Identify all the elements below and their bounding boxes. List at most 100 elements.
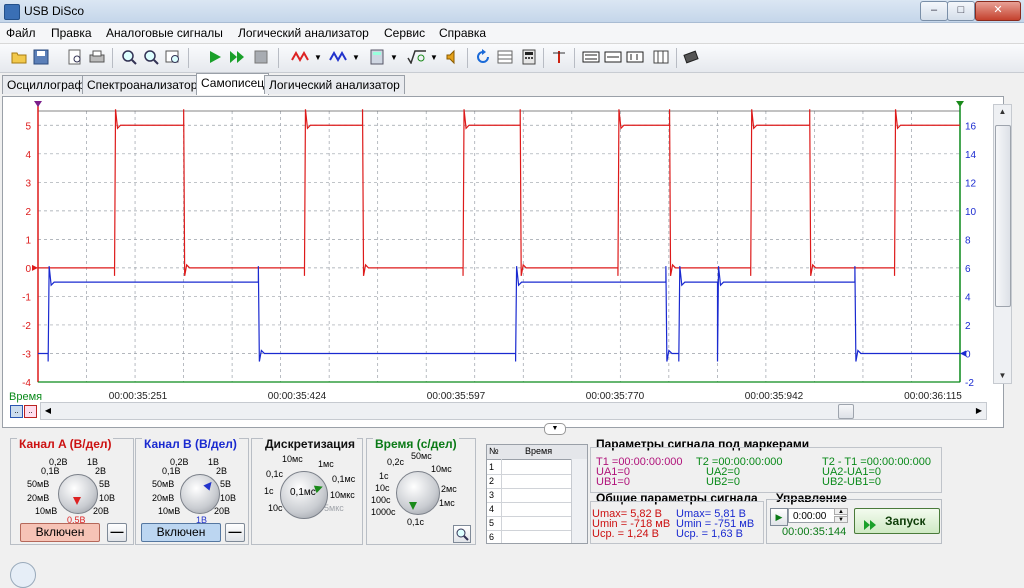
channel-b-scale-knob[interactable] bbox=[180, 474, 220, 514]
open-icon[interactable] bbox=[10, 48, 28, 66]
time-div-knob[interactable] bbox=[396, 471, 440, 515]
menu-analog-signals[interactable]: Аналоговые сигналы bbox=[106, 26, 223, 40]
chip-icon[interactable] bbox=[682, 48, 700, 66]
channel-a-title: Канал A (В/дел) bbox=[17, 437, 114, 451]
left-tick-label: 1 bbox=[25, 235, 31, 246]
math-sqrt-icon[interactable] bbox=[406, 48, 428, 66]
horizontal-scroll-thumb[interactable] bbox=[838, 404, 854, 419]
timer-spin-down-icon[interactable]: ▼ bbox=[834, 516, 848, 523]
right-tick-label: -2 bbox=[965, 378, 974, 389]
scale-label: 1мс bbox=[318, 459, 334, 469]
print-icon[interactable] bbox=[88, 48, 106, 66]
table-icon[interactable] bbox=[496, 48, 514, 66]
math-dropdown-icon[interactable]: ▼ bbox=[429, 48, 439, 66]
toolbar-separator bbox=[278, 48, 279, 68]
toolbar-separator bbox=[188, 48, 189, 68]
zoom-fit-icon[interactable] bbox=[164, 48, 182, 66]
table-row[interactable]: 2 bbox=[489, 476, 494, 486]
channel-b-wave-icon[interactable] bbox=[328, 48, 350, 66]
zoom-time-out-button[interactable]: .. bbox=[24, 405, 37, 418]
start-button[interactable]: Запуск bbox=[854, 508, 940, 534]
right-tick-label: 16 bbox=[965, 121, 977, 132]
channel-a-wave-icon[interactable] bbox=[290, 48, 312, 66]
knob-pointer bbox=[73, 497, 81, 505]
status-globe-icon bbox=[10, 562, 36, 588]
table-row[interactable]: 1 bbox=[489, 462, 494, 472]
channel-a-dropdown-icon[interactable]: ▼ bbox=[313, 48, 323, 66]
left-tick-label: 5 bbox=[25, 121, 31, 132]
scroll-up-icon[interactable]: ▲ bbox=[994, 105, 1011, 119]
zoom-in-icon[interactable] bbox=[120, 48, 138, 66]
toolbar-separator bbox=[543, 48, 544, 68]
scale-label: 0,1В bbox=[162, 466, 181, 476]
channel-b-zero-marker bbox=[960, 350, 966, 357]
window-title: USB DiSco bbox=[24, 4, 85, 18]
play-step-icon[interactable] bbox=[228, 48, 246, 66]
knob-pointer bbox=[203, 479, 215, 491]
menu-help[interactable]: Справка bbox=[439, 26, 486, 40]
vertical-scroll-thumb[interactable] bbox=[995, 125, 1011, 307]
autoscale-search-icon[interactable] bbox=[453, 525, 471, 543]
calculator-icon[interactable] bbox=[368, 48, 386, 66]
horizontal-scrollbar[interactable]: ◀ ▶ bbox=[40, 402, 987, 420]
zoom-out-icon[interactable] bbox=[142, 48, 160, 66]
calc2-icon[interactable] bbox=[520, 48, 538, 66]
timer-play-icon[interactable]: ▶ bbox=[770, 508, 788, 526]
time-tick-label: 00:00:35:770 bbox=[586, 391, 645, 402]
right-tick-label: 2 bbox=[965, 321, 971, 332]
refresh-icon[interactable] bbox=[474, 48, 492, 66]
table-row[interactable]: 6 bbox=[489, 532, 494, 542]
collapse-panel-button[interactable]: ▼ bbox=[544, 423, 566, 435]
series-line-channel-b bbox=[38, 266, 960, 362]
marker-table-scrollbar[interactable] bbox=[571, 459, 587, 543]
uart-icon[interactable] bbox=[626, 48, 644, 66]
recorder-plot[interactable]: 543210-1-2-3-41614121086420-200:00:35:25… bbox=[0, 96, 1000, 426]
timer-spin-up-icon[interactable]: ▲ bbox=[834, 508, 848, 515]
channel-b-dropdown-icon[interactable]: ▼ bbox=[351, 48, 361, 66]
knob-pointer bbox=[409, 502, 417, 510]
marker-table[interactable]: № Время 1 2 3 4 5 6 bbox=[486, 444, 588, 544]
stop-icon[interactable] bbox=[252, 48, 270, 66]
tab-recorder[interactable]: Самописец bbox=[196, 73, 270, 95]
marker-dub: UB2-UB1=0 bbox=[822, 476, 882, 488]
scroll-right-icon[interactable]: ▶ bbox=[972, 403, 986, 419]
channel-a-scale-knob[interactable] bbox=[58, 474, 98, 514]
maximize-button[interactable]: □ bbox=[947, 1, 975, 21]
minimize-button[interactable]: – bbox=[920, 1, 948, 21]
scroll-down-icon[interactable]: ▼ bbox=[994, 369, 1011, 383]
time-tick-label: 00:00:35:597 bbox=[427, 391, 486, 402]
i2c-icon[interactable] bbox=[604, 48, 622, 66]
tab-logic-analyzer[interactable]: Логический анализатор bbox=[264, 75, 405, 94]
vertical-scrollbar[interactable]: ▲ ▼ bbox=[993, 104, 1012, 384]
left-tick-label: 0 bbox=[25, 264, 31, 275]
menu-edit[interactable]: Правка bbox=[51, 26, 92, 40]
scale-label: 1000с bbox=[371, 507, 396, 517]
calculator-dropdown-icon[interactable]: ▼ bbox=[389, 48, 399, 66]
toolbar: ▼ ▼ ▼ ▼ bbox=[0, 44, 1024, 73]
zoom-time-in-button[interactable]: .. bbox=[10, 405, 23, 418]
sound-icon[interactable] bbox=[444, 48, 462, 66]
tab-oscilloscope[interactable]: Осциллограф bbox=[2, 75, 90, 94]
menu-logic-analyzer[interactable]: Логический анализатор bbox=[238, 26, 369, 40]
channel-a-invert-button[interactable]: — bbox=[107, 523, 127, 542]
print-preview-icon[interactable] bbox=[66, 48, 84, 66]
channel-b-enable-button[interactable]: Включен bbox=[141, 523, 221, 542]
tab-spectrum-analyzer[interactable]: Спектроанализатор bbox=[82, 75, 203, 94]
left-tick-label: -4 bbox=[22, 378, 31, 389]
spi-icon[interactable] bbox=[582, 48, 600, 66]
column-time-header: Время bbox=[525, 446, 553, 456]
menu-file[interactable]: Файл bbox=[6, 26, 36, 40]
table-row[interactable]: 5 bbox=[489, 518, 494, 528]
close-button[interactable]: ✕ bbox=[975, 1, 1021, 21]
save-icon[interactable] bbox=[32, 48, 50, 66]
marker-icon[interactable] bbox=[550, 48, 568, 66]
table-row[interactable]: 4 bbox=[489, 504, 494, 514]
scroll-left-icon[interactable]: ◀ bbox=[41, 403, 55, 419]
channel-a-enable-button[interactable]: Включен bbox=[20, 523, 100, 542]
toolbar-separator bbox=[574, 48, 575, 68]
menu-service[interactable]: Сервис bbox=[384, 26, 425, 40]
play-icon[interactable] bbox=[206, 48, 224, 66]
channel-b-invert-button[interactable]: — bbox=[225, 523, 245, 542]
table-row[interactable]: 3 bbox=[489, 490, 494, 500]
chart-grid-icon[interactable] bbox=[652, 48, 670, 66]
